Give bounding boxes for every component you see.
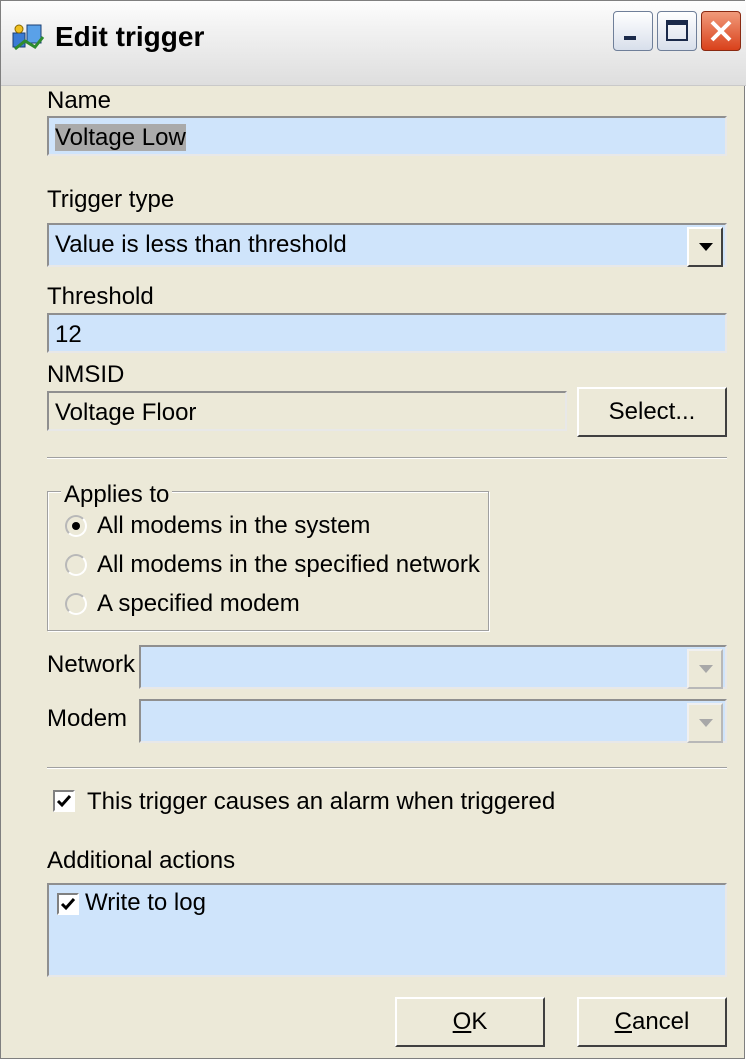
nmsid-value: Voltage Floor (55, 399, 197, 426)
checkmark-icon (56, 795, 72, 808)
ok-accelerator: O (452, 1008, 472, 1035)
threshold-value: 12 (55, 321, 82, 348)
write-to-log-label[interactable]: Write to log (85, 889, 206, 917)
title-bar[interactable]: Edit trigger (1, 1, 746, 86)
close-icon (710, 20, 732, 42)
network-select[interactable] (139, 645, 727, 689)
separator-top (47, 457, 727, 459)
applies-to-caption: Applies to (61, 481, 173, 509)
separator-bottom (47, 767, 727, 769)
maximize-icon (666, 20, 688, 41)
trigger-type-value: Value is less than threshold (55, 231, 347, 258)
trigger-type-label: Trigger type (47, 186, 175, 213)
name-value: Voltage Low (55, 124, 186, 151)
radio-label-all-modems-network[interactable]: All modems in the specified network (97, 551, 480, 579)
additional-actions-list[interactable]: Write to log (47, 883, 727, 977)
nmsid-label: NMSID (47, 361, 125, 388)
network-label: Network (47, 651, 136, 678)
threshold-label: Threshold (47, 283, 154, 310)
alarm-checkbox-label[interactable]: This trigger causes an alarm when trigge… (87, 788, 555, 816)
radio-all-modems-system[interactable] (65, 515, 87, 537)
chevron-down-icon (699, 665, 713, 673)
window-title: Edit trigger (55, 21, 205, 52)
trigger-type-dropdown-button[interactable] (687, 227, 723, 267)
write-to-log-checkbox[interactable] (57, 893, 79, 915)
radio-specified-modem[interactable] (65, 593, 87, 615)
cancel-label-rest: ancel (631, 1008, 690, 1035)
select-nmsid-button[interactable]: Select... (577, 387, 727, 437)
cancel-accelerator: C (614, 1008, 632, 1035)
edit-trigger-dialog: Edit trigger Name Voltage Low Trigger ty… (0, 0, 746, 1059)
checkmark-icon (60, 898, 76, 911)
modem-dropdown-button[interactable] (687, 703, 723, 743)
cancel-button[interactable]: Cancel (577, 997, 727, 1047)
close-button[interactable] (701, 11, 741, 51)
modem-label: Modem (47, 705, 128, 732)
ok-label-rest: K (471, 1008, 488, 1035)
maximize-button[interactable] (657, 11, 697, 51)
modem-select[interactable] (139, 699, 727, 743)
name-input[interactable]: Voltage Low (47, 116, 727, 156)
network-dropdown-button[interactable] (687, 649, 723, 689)
network-app-icon (11, 19, 45, 53)
threshold-input[interactable]: 12 (47, 313, 727, 353)
minimize-icon (624, 36, 636, 40)
nmsid-field: Voltage Floor (47, 391, 567, 431)
chevron-down-icon (699, 243, 713, 251)
name-label: Name (47, 87, 112, 114)
radio-label-specified-modem[interactable]: A specified modem (97, 590, 300, 618)
ok-button[interactable]: OK (395, 997, 545, 1047)
radio-label-all-modems-system[interactable]: All modems in the system (97, 512, 370, 540)
radio-all-modems-network[interactable] (65, 554, 87, 576)
trigger-type-select[interactable]: Value is less than threshold (47, 223, 727, 267)
chevron-down-icon (699, 719, 713, 727)
additional-actions-label: Additional actions (47, 847, 236, 874)
minimize-button[interactable] (613, 11, 653, 51)
alarm-checkbox[interactable] (53, 790, 75, 812)
